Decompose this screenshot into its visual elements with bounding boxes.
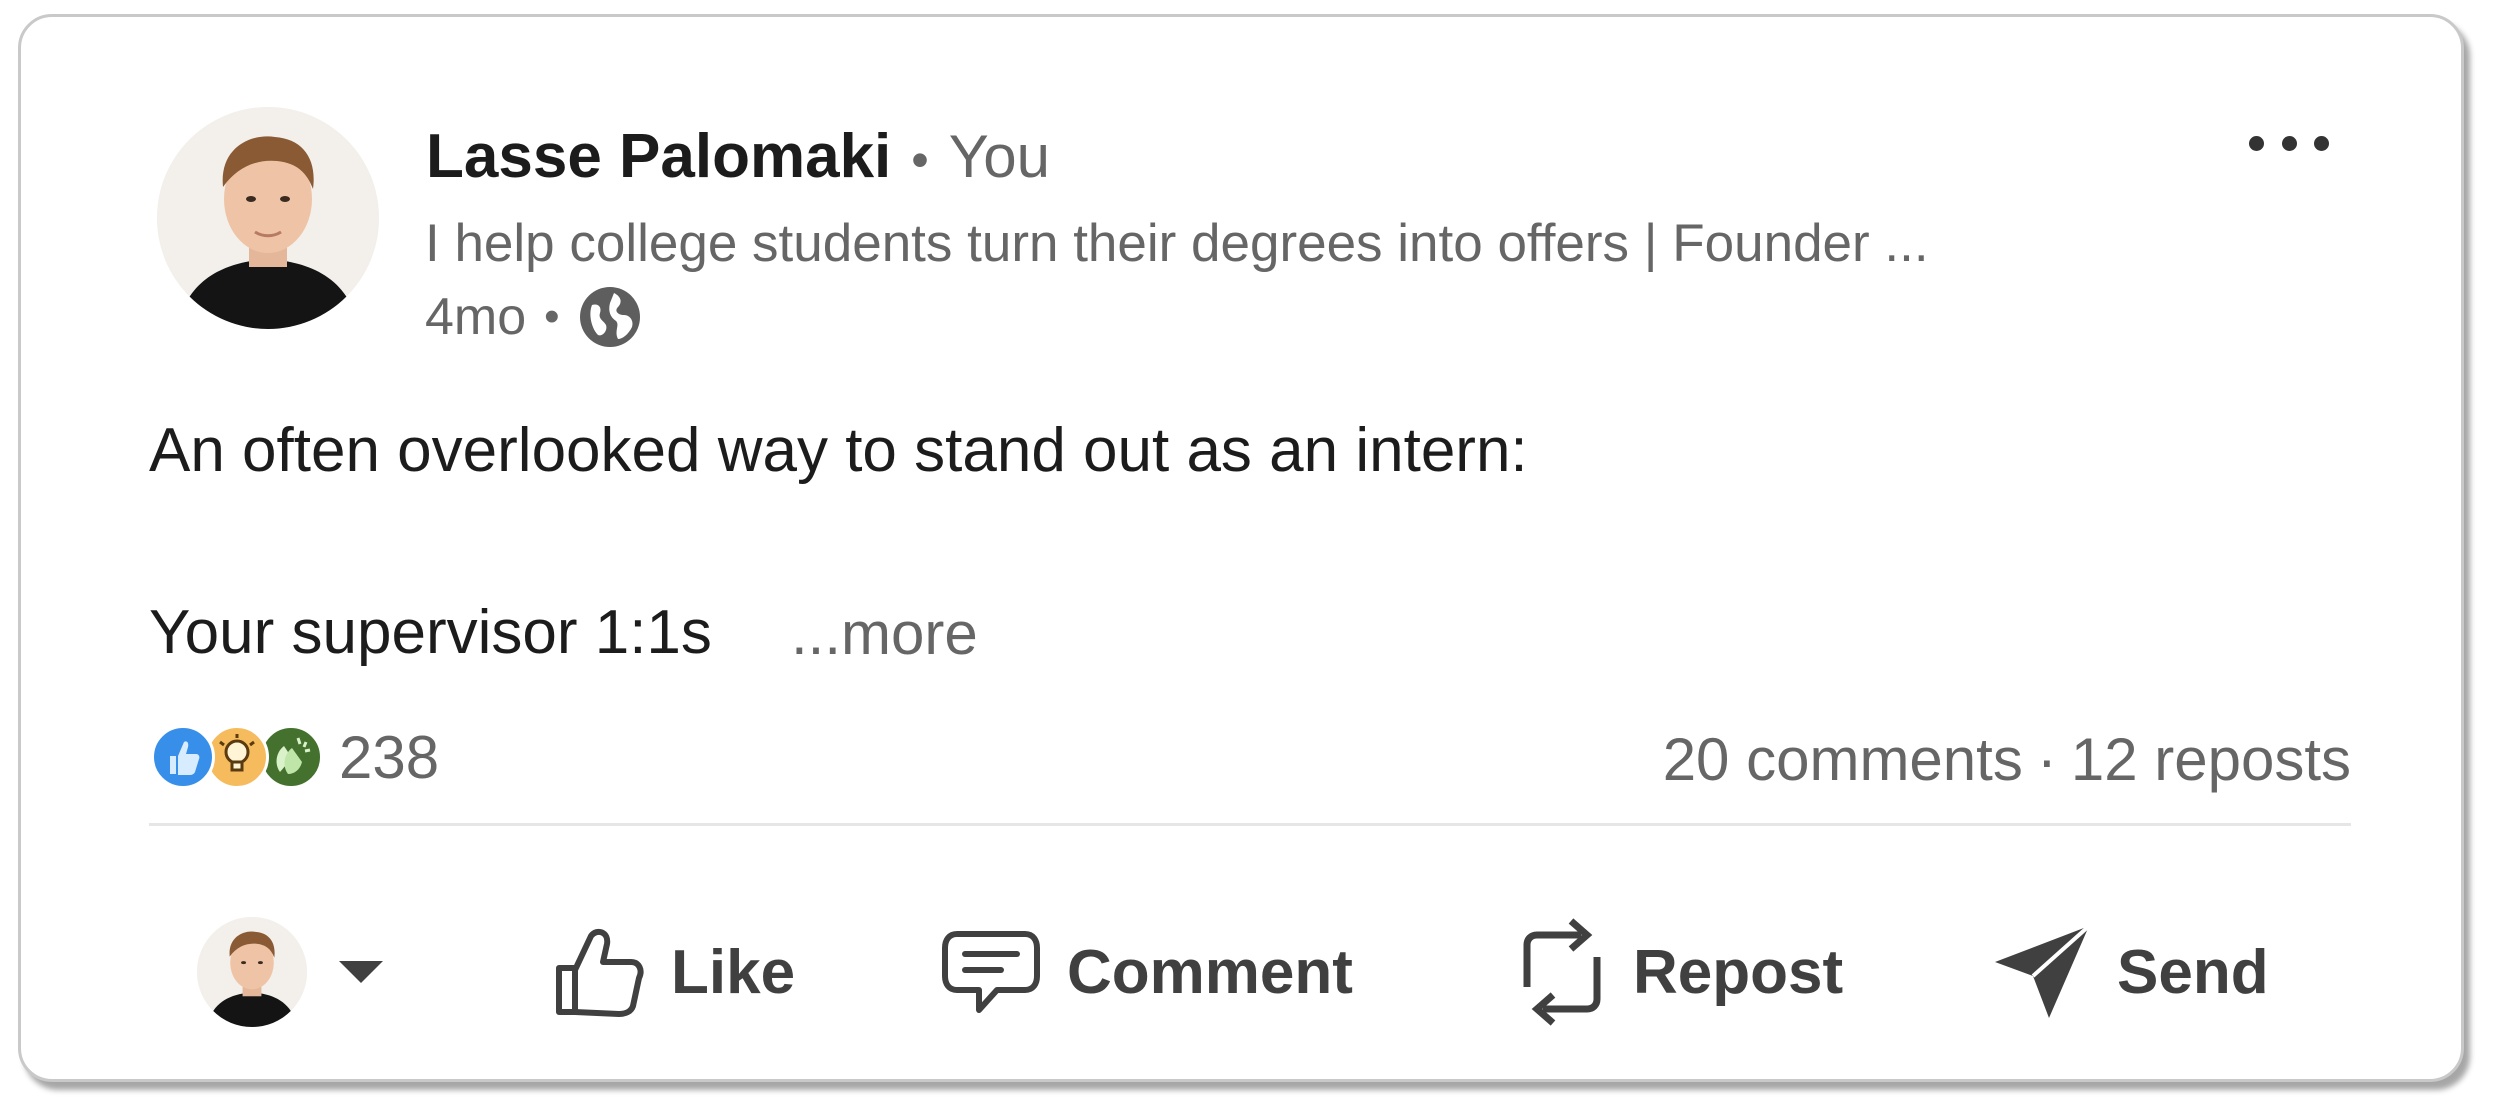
post-text-line1: An often overlooked way to stand out as … (149, 416, 1528, 485)
comment-button[interactable]: Comment (939, 917, 1353, 1027)
send-label: Send (2117, 937, 2269, 1007)
reactions-summary[interactable]: 238 (151, 722, 439, 792)
author-headline: I help college students turn their degre… (425, 214, 1929, 273)
repost-label: Repost (1633, 937, 1844, 1007)
post-text-line2: Your supervisor 1:1s (149, 598, 712, 667)
author-name[interactable]: Lasse Palomaki (426, 121, 891, 192)
actor-switcher[interactable] (197, 917, 383, 1027)
author-relation: You (948, 123, 1051, 190)
reposts-count[interactable]: 12 reposts (2071, 726, 2351, 793)
post-card: Lasse Palomaki • You I help college stud… (18, 14, 2464, 1082)
comment-label: Comment (1067, 937, 1353, 1007)
like-label: Like (671, 937, 796, 1007)
send-icon (1995, 924, 2091, 1018)
action-bar: Like Comment Repost Send (21, 897, 2461, 1037)
globe-icon (578, 285, 642, 349)
repost-icon (1523, 918, 1601, 1026)
author-photo (157, 107, 379, 329)
repost-button[interactable]: Repost (1515, 917, 1843, 1027)
actor-avatar (197, 917, 307, 1027)
see-more-link[interactable]: ...more (791, 599, 978, 668)
comment-icon (942, 931, 1040, 1013)
author-avatar[interactable] (157, 107, 379, 329)
counts-separator: · (2036, 726, 2057, 793)
name-separator-dot: • (911, 132, 929, 188)
like-icon (151, 725, 215, 789)
send-button[interactable]: Send (1993, 917, 2269, 1027)
thumbs-up-icon (556, 928, 644, 1017)
comments-count[interactable]: 20 comments (1663, 726, 2023, 793)
engagement-counts: 20 comments · 12 reposts (1663, 725, 2351, 794)
more-options-icon[interactable] (2249, 121, 2329, 165)
author-name-row: Lasse Palomaki • You (426, 121, 1050, 192)
chevron-down-icon (339, 961, 383, 983)
divider (149, 823, 2351, 826)
meta-separator-dot: • (544, 292, 560, 341)
post-time: 4mo (425, 288, 527, 346)
reaction-count[interactable]: 238 (339, 723, 439, 792)
post-meta: 4mo • (425, 285, 642, 349)
like-button[interactable]: Like (551, 917, 795, 1027)
